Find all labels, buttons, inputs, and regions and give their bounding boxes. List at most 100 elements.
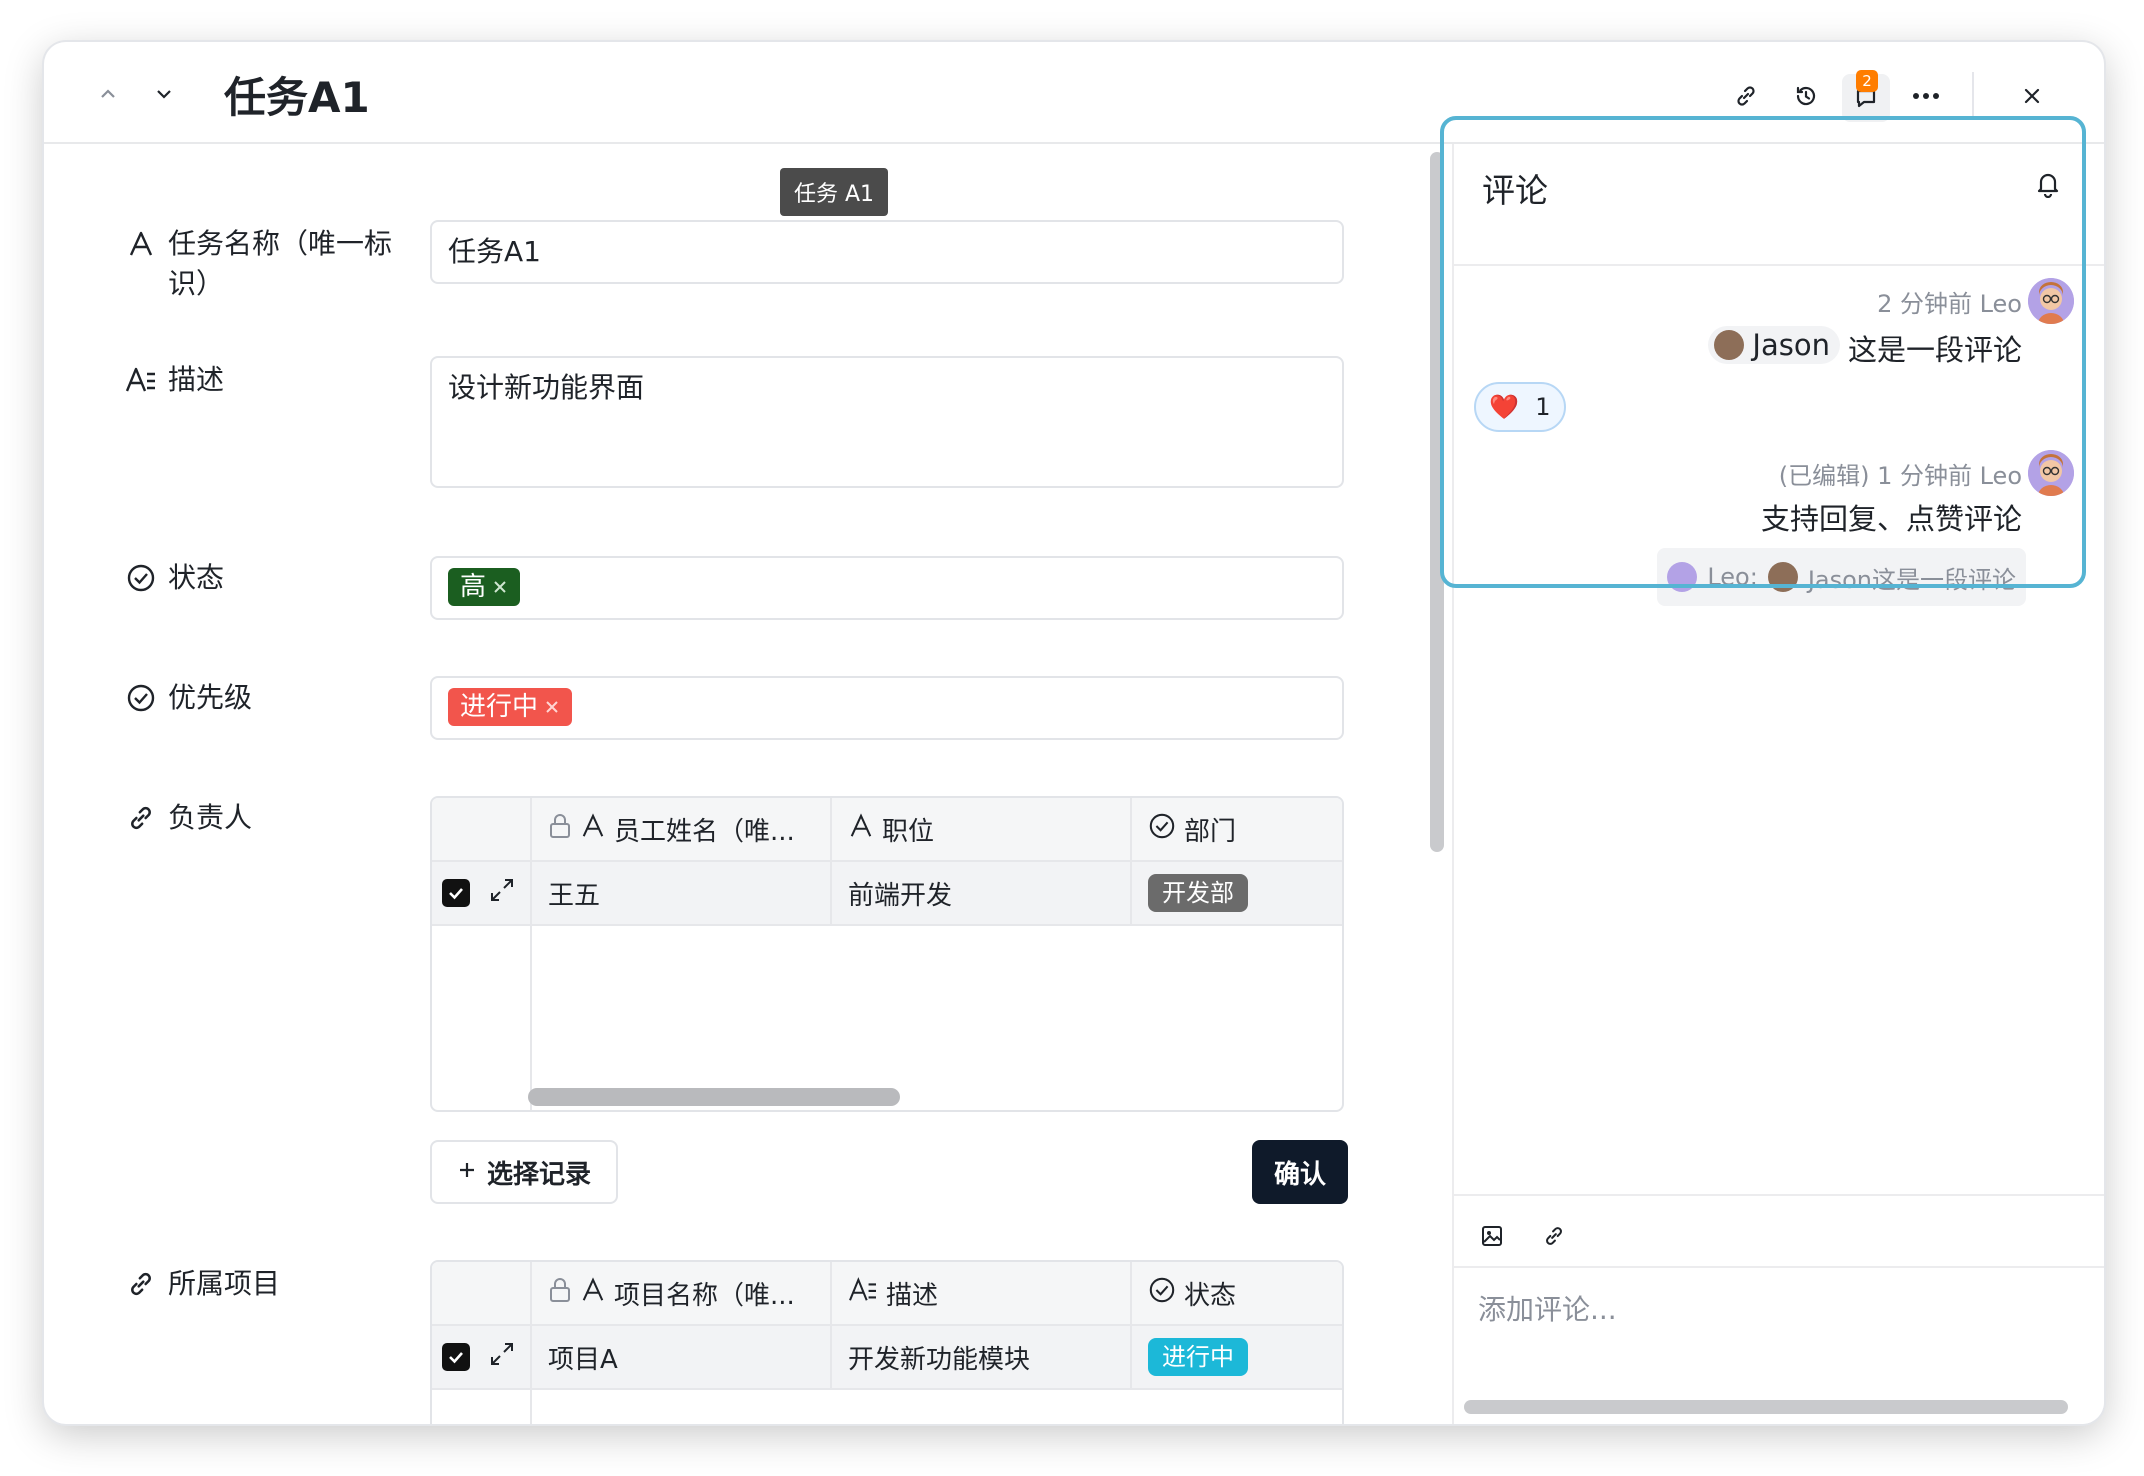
- column-label: 描述: [886, 1280, 939, 1311]
- table-cell-position[interactable]: 前端开发: [832, 862, 1132, 926]
- project-table: 项目名称（唯... 描述 状态 项目A 开发新功能模块 进行中: [430, 1260, 1344, 1424]
- column-divider: [1130, 798, 1132, 926]
- status-select[interactable]: [430, 556, 1344, 620]
- confirm-button[interactable]: 确认: [1252, 1140, 1348, 1204]
- table-header-department[interactable]: 部门: [1132, 798, 1342, 862]
- cell-text: 王五: [548, 880, 601, 911]
- priority-tag: 进行中: [448, 688, 573, 726]
- long-text-icon: [848, 1276, 878, 1310]
- bell-icon[interactable]: [2028, 164, 2068, 204]
- table-cell-department[interactable]: 开发部: [1132, 862, 1342, 926]
- cell-text: 项目A: [548, 1344, 618, 1375]
- description-textarea[interactable]: 设计新功能界面: [430, 356, 1344, 488]
- comment-text: 这是一段评论: [1847, 333, 2022, 367]
- cell-text: 开发新功能模块: [848, 1344, 1031, 1375]
- column-label: 职位: [882, 816, 935, 847]
- reply-quote[interactable]: Leo: Jason这是一段评论: [1657, 548, 2026, 606]
- table-row-selector: [432, 1326, 532, 1390]
- expand-icon[interactable]: [488, 876, 516, 911]
- field-label-text: 任务名称（唯一标识）: [168, 227, 393, 300]
- column-divider: [830, 1262, 832, 1390]
- composer-divider: [1454, 1266, 2104, 1268]
- table-cell-employee-name[interactable]: 王五: [532, 862, 832, 926]
- single-select-icon: [1148, 1276, 1176, 1311]
- table-header-description[interactable]: 描述: [832, 1262, 1132, 1326]
- field-label-project: 所属项目: [124, 1264, 280, 1304]
- table-header-selector: [432, 1262, 532, 1326]
- column-label: 状态: [1184, 1280, 1237, 1311]
- column-divider: [530, 1262, 532, 1424]
- reaction-pill[interactable]: ❤️ 1: [1474, 382, 1566, 432]
- image-icon[interactable]: [1474, 1218, 1510, 1254]
- composer-divider: [1454, 1194, 2104, 1196]
- table-header-employee-name[interactable]: 员工姓名（唯...: [532, 798, 832, 862]
- single-select-icon: [124, 678, 158, 718]
- field-label-text: 状态: [168, 561, 225, 594]
- remove-tag-icon[interactable]: [544, 688, 560, 726]
- link-icon: [124, 1264, 158, 1304]
- link-icon: [124, 798, 158, 838]
- chevron-down-icon[interactable]: [142, 72, 186, 116]
- description-value: 设计新功能界面: [448, 371, 645, 404]
- mention-name: Jason: [1752, 328, 1830, 362]
- priority-tag-label: 进行中: [460, 692, 539, 722]
- table-cell-description[interactable]: 开发新功能模块: [832, 1326, 1132, 1390]
- table-row-selector: [432, 862, 532, 926]
- table-header-project-name[interactable]: 项目名称（唯...: [532, 1262, 832, 1326]
- lock-icon: [548, 1277, 572, 1310]
- composer-scrollbar[interactable]: [1464, 1400, 2068, 1414]
- page-title: 任务A1: [224, 73, 370, 122]
- name-input[interactable]: 任务A1: [430, 220, 1344, 284]
- reaction-count: 1: [1535, 393, 1551, 421]
- comment-input[interactable]: 添加评论...: [1478, 1288, 2078, 1388]
- single-select-icon: [1148, 812, 1176, 847]
- select-record-button[interactable]: 选择记录: [430, 1140, 618, 1204]
- comments-title: 评论: [1482, 171, 1548, 210]
- row-checkbox[interactable]: [442, 879, 470, 907]
- column-label: 项目名称（唯...: [614, 1280, 795, 1311]
- long-text-icon: [124, 360, 158, 400]
- field-label-priority: 优先级: [124, 678, 252, 718]
- department-chip: 开发部: [1148, 874, 1248, 912]
- column-label: 部门: [1184, 816, 1237, 847]
- column-divider: [1130, 1262, 1132, 1390]
- horizontal-scrollbar[interactable]: [528, 1088, 900, 1106]
- lock-icon: [548, 813, 572, 846]
- close-icon[interactable]: [2010, 74, 2054, 118]
- mention-pill[interactable]: Jason: [1708, 326, 1840, 364]
- remove-tag-icon[interactable]: [492, 568, 508, 606]
- history-icon[interactable]: [1784, 74, 1828, 118]
- table-cell-status[interactable]: 进行中: [1132, 1326, 1342, 1390]
- field-label-assignee: 负责人: [124, 798, 252, 838]
- status-tag: 高: [448, 568, 521, 606]
- row-checkbox[interactable]: [442, 1343, 470, 1371]
- mention-avatar: [1714, 330, 1745, 360]
- link-icon[interactable]: [1536, 1218, 1572, 1254]
- assignee-table: 员工姓名（唯... 职位 部门 王五 前端开发 开发部: [430, 796, 1344, 1112]
- column-label: 员工姓名（唯...: [614, 816, 795, 847]
- reply-author-avatar: [1667, 562, 1698, 592]
- table-header-status[interactable]: 状态: [1132, 1262, 1342, 1326]
- link-icon[interactable]: [1724, 74, 1768, 118]
- column-divider: [530, 798, 532, 1110]
- field-label-text: 描述: [168, 363, 225, 396]
- comment-body: Jason 这是一段评论: [1708, 326, 2022, 369]
- chevron-up-icon[interactable]: [86, 72, 130, 116]
- field-label-status: 状态: [124, 558, 224, 598]
- text-field-icon: [124, 224, 158, 264]
- comment-meta: 2 分钟前 Leo: [1877, 290, 2022, 318]
- table-header-position[interactable]: 职位: [832, 798, 1132, 862]
- title-tooltip: 任务 A1: [780, 168, 889, 216]
- comment-text: 支持回复、点赞评论: [1760, 502, 2022, 536]
- field-label-text: 优先级: [168, 681, 253, 714]
- column-divider: [830, 798, 832, 926]
- mention-avatar: [1767, 562, 1798, 592]
- table-cell-project-name[interactable]: 项目A: [532, 1326, 832, 1390]
- form-vertical-scrollbar[interactable]: [1430, 152, 1444, 852]
- field-label-description: 描述: [124, 360, 224, 400]
- cell-text: 前端开发: [848, 880, 953, 911]
- expand-icon[interactable]: [488, 1340, 516, 1375]
- single-select-icon: [124, 558, 158, 598]
- more-icon[interactable]: [1904, 74, 1948, 118]
- status-tag-label: 高: [460, 572, 487, 602]
